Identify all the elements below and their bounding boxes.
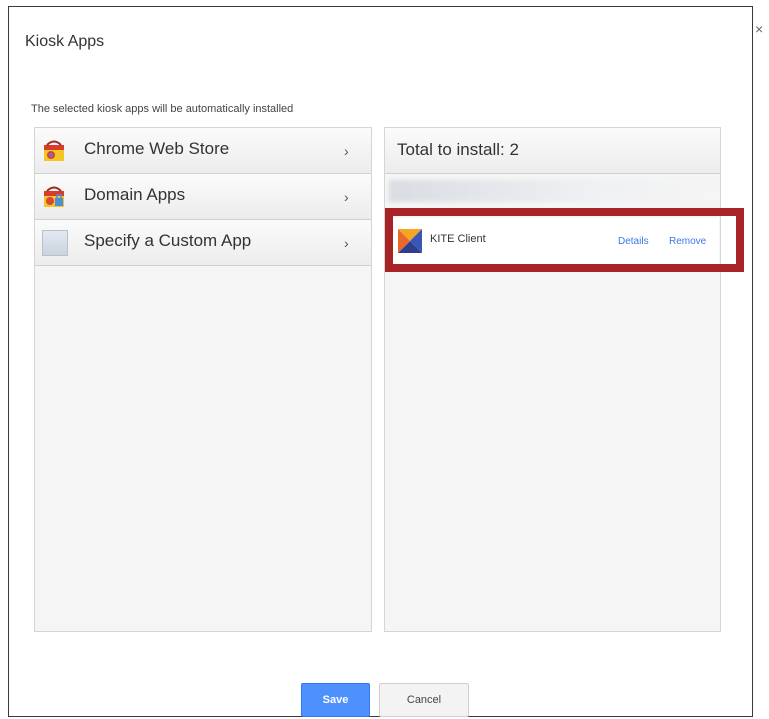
app-source-list: Chrome Web Store › Domain Apps › Specify… <box>34 127 372 632</box>
chrome-web-store-icon <box>44 140 64 161</box>
source-item-label: Domain Apps <box>84 185 186 204</box>
dialog-subtitle: The selected kiosk apps will be automati… <box>31 103 294 115</box>
save-button[interactable]: Save <box>301 683 370 717</box>
chevron-right-icon: › <box>344 189 349 205</box>
domain-apps-icon <box>44 186 64 207</box>
custom-app-icon <box>42 230 68 256</box>
chevron-right-icon: › <box>344 235 349 251</box>
cancel-button[interactable]: Cancel <box>379 683 469 717</box>
source-item-label: Chrome Web Store <box>84 139 230 158</box>
total-to-install-header: Total to install: 2 <box>385 128 720 174</box>
close-icon[interactable]: × <box>755 22 763 36</box>
source-item-custom-app[interactable]: Specify a Custom App › <box>35 220 371 266</box>
highlight-box <box>385 208 744 272</box>
source-item-chrome-web-store[interactable]: Chrome Web Store › <box>35 128 371 174</box>
blurred-app-row <box>389 180 715 202</box>
total-to-install-label: Total to install: 2 <box>397 140 519 159</box>
dialog-title: Kiosk Apps <box>25 33 105 50</box>
source-item-label: Specify a Custom App <box>84 231 252 250</box>
source-item-domain-apps[interactable]: Domain Apps › <box>35 174 371 220</box>
selected-apps-panel: Total to install: 2 <box>384 127 721 632</box>
chevron-right-icon: › <box>344 143 349 159</box>
